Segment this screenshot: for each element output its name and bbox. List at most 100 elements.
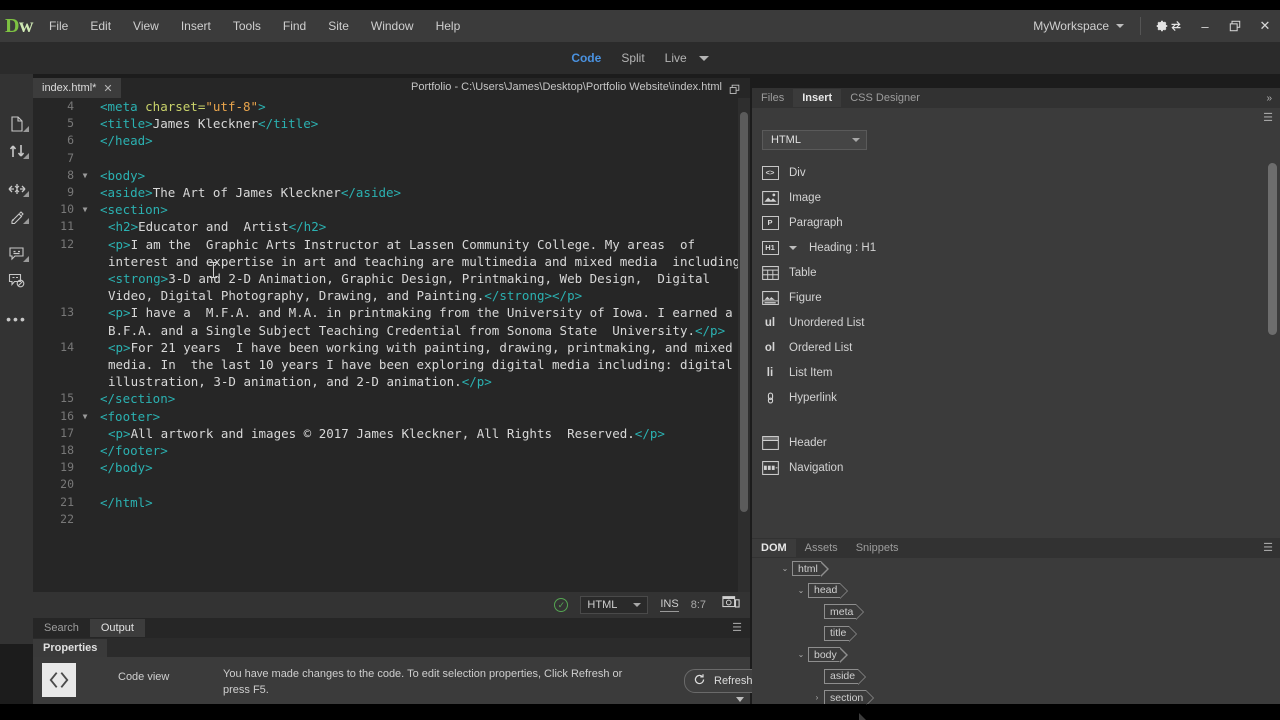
insert-item-list-item[interactable]: li List Item bbox=[752, 360, 1268, 385]
insert-item-figure[interactable]: Figure bbox=[752, 285, 1268, 310]
code-line[interactable]: 16 ▼ <footer> bbox=[33, 408, 750, 425]
restore-button[interactable] bbox=[1220, 10, 1250, 42]
tab-properties[interactable]: Properties bbox=[33, 638, 108, 657]
tab-files[interactable]: Files bbox=[752, 89, 793, 107]
menu-window[interactable]: Window bbox=[360, 13, 425, 39]
code-line[interactable]: 8 ▼ <body> bbox=[33, 167, 750, 184]
insert-mode-toggle[interactable]: INS bbox=[660, 598, 679, 612]
chevron-down-icon[interactable] bbox=[789, 245, 797, 250]
close-icon[interactable]: ✕ bbox=[103, 82, 112, 95]
menu-file[interactable]: File bbox=[38, 13, 79, 39]
code-fold-toggle-icon[interactable]: ▼ bbox=[78, 201, 92, 218]
code-line[interactable]: 4 <meta charset="utf-8"> bbox=[33, 98, 750, 115]
dom-expand-toggle-icon[interactable]: › bbox=[810, 693, 824, 702]
panel-menu-icon[interactable]: ☰ bbox=[732, 623, 742, 633]
workspace-switcher[interactable]: MyWorkspace bbox=[1023, 14, 1134, 38]
code-line[interactable]: 17 <p>All artwork and images © 2017 James… bbox=[33, 425, 750, 442]
insert-item-header[interactable]: Header bbox=[752, 430, 1268, 455]
view-mode-split[interactable]: Split bbox=[621, 51, 644, 65]
insert-item-ordered-list[interactable]: ol Ordered List bbox=[752, 335, 1268, 360]
tab-insert[interactable]: Insert bbox=[793, 89, 842, 107]
document-tab-index-html[interactable]: index.html* ✕ bbox=[33, 78, 121, 98]
insert-category-select[interactable]: HTML bbox=[762, 130, 867, 150]
menu-edit[interactable]: Edit bbox=[79, 13, 122, 39]
code-line[interactable]: 14 <p>For 21 years I have been working wi… bbox=[33, 339, 750, 391]
code-line[interactable]: 18 </footer> bbox=[33, 442, 750, 459]
expand-panel-icon[interactable]: » bbox=[1266, 93, 1272, 104]
menu-help[interactable]: Help bbox=[425, 13, 472, 39]
dom-node-title[interactable]: title bbox=[752, 623, 1280, 645]
remove-comment-icon[interactable] bbox=[0, 267, 33, 294]
dom-node-head[interactable]: ⌄ head bbox=[752, 580, 1280, 602]
code-line[interactable]: 11 <h2>Educator and Artist</h2> bbox=[33, 218, 750, 235]
tab-output[interactable]: Output bbox=[89, 619, 145, 637]
scrollbar-thumb[interactable] bbox=[1268, 163, 1277, 335]
code-editor[interactable]: 4 <meta charset="utf-8"> 5 <title>James Kle… bbox=[33, 98, 750, 592]
format-source-code-icon[interactable] bbox=[0, 202, 33, 229]
view-mode-live[interactable]: Live bbox=[665, 51, 687, 65]
view-mode-code[interactable]: Code bbox=[571, 51, 601, 65]
tab-dom[interactable]: DOM bbox=[752, 539, 796, 557]
dom-expand-toggle-icon[interactable]: ⌄ bbox=[778, 564, 792, 573]
code-line[interactable]: 7 bbox=[33, 150, 750, 167]
insert-panel-scrollbar[interactable] bbox=[1268, 163, 1277, 533]
language-selector[interactable]: HTML bbox=[580, 596, 649, 614]
tab-css-designer[interactable]: CSS Designer bbox=[841, 89, 929, 107]
minimize-button[interactable]: – bbox=[1190, 10, 1220, 42]
insert-item-div[interactable]: <> Div bbox=[752, 160, 1268, 185]
chevron-down-icon[interactable] bbox=[736, 697, 744, 702]
insert-item-image[interactable]: Image bbox=[752, 185, 1268, 210]
tab-assets[interactable]: Assets bbox=[796, 539, 847, 557]
dom-node-meta[interactable]: meta bbox=[752, 601, 1280, 623]
dom-node-aside[interactable]: aside bbox=[752, 666, 1280, 688]
code-line[interactable]: 13 <p>I have a M.F.A. and M.A. in printma… bbox=[33, 304, 750, 338]
dom-tag-pill[interactable]: body bbox=[808, 647, 848, 664]
code-line[interactable]: 10 ▼ <section> bbox=[33, 201, 750, 218]
menu-site[interactable]: Site bbox=[317, 13, 360, 39]
code-line[interactable]: 5 <title>James Kleckner</title> bbox=[33, 115, 750, 132]
code-line[interactable]: 9 <aside>The Art of James Kleckner</aside… bbox=[33, 184, 750, 201]
insert-item-unordered-list[interactable]: ul Unordered List bbox=[752, 310, 1268, 335]
code-line[interactable]: 15 </section> bbox=[33, 390, 750, 407]
insert-item-navigation[interactable]: Navigation bbox=[752, 455, 1268, 480]
code-line[interactable]: 6 </head> bbox=[33, 132, 750, 149]
tab-search[interactable]: Search bbox=[33, 619, 90, 637]
scrollbar-thumb[interactable] bbox=[740, 112, 748, 512]
menu-find[interactable]: Find bbox=[272, 13, 317, 39]
code-line[interactable]: 22 bbox=[33, 511, 750, 528]
dom-node-html[interactable]: ⌄ html bbox=[752, 558, 1280, 580]
panel-menu-icon[interactable]: ☰ bbox=[1263, 113, 1273, 123]
dom-tag-pill[interactable]: section bbox=[824, 690, 875, 707]
real-time-preview-icon[interactable] bbox=[722, 595, 740, 615]
collapse-expand-icon[interactable] bbox=[0, 175, 33, 202]
dom-expand-toggle-icon[interactable]: ⌄ bbox=[794, 650, 808, 659]
menu-view[interactable]: View bbox=[122, 13, 170, 39]
code-line[interactable]: 20 bbox=[33, 476, 750, 493]
code-line[interactable]: 12 <p>I am the Graphic Arts Instructor at… bbox=[33, 236, 750, 305]
code-line[interactable]: 19 </body> bbox=[33, 459, 750, 476]
insert-item-table[interactable]: Table bbox=[752, 260, 1268, 285]
editor-vertical-scrollbar[interactable] bbox=[738, 98, 750, 592]
code-text-area[interactable]: 4 <meta charset="utf-8"> 5 <title>James Kle… bbox=[33, 98, 750, 592]
open-documents-icon[interactable] bbox=[0, 110, 33, 137]
dom-tag-pill[interactable]: head bbox=[808, 582, 849, 599]
move-up-down-icon[interactable] bbox=[0, 137, 33, 164]
insert-item-heading-h1[interactable]: H1 Heading : H1 bbox=[752, 235, 1268, 260]
chevron-down-icon[interactable] bbox=[698, 55, 709, 61]
settings-sync-button[interactable] bbox=[1147, 15, 1190, 37]
code-line[interactable]: 21 </html> bbox=[33, 494, 750, 511]
code-fold-toggle-icon[interactable]: ▼ bbox=[78, 167, 92, 184]
dom-expand-toggle-icon[interactable]: ⌄ bbox=[794, 586, 808, 595]
menu-insert[interactable]: Insert bbox=[170, 13, 222, 39]
dom-tag-pill[interactable]: html bbox=[792, 561, 829, 578]
dom-node-body[interactable]: ⌄ body bbox=[752, 644, 1280, 666]
tab-snippets[interactable]: Snippets bbox=[847, 539, 908, 557]
apply-comment-icon[interactable] bbox=[0, 240, 33, 267]
insert-item-paragraph[interactable]: P Paragraph bbox=[752, 210, 1268, 235]
dom-tag-pill[interactable]: aside bbox=[824, 668, 867, 685]
check-circle-icon[interactable]: ✓ bbox=[554, 598, 569, 612]
code-fold-toggle-icon[interactable]: ▼ bbox=[78, 408, 92, 425]
menu-tools[interactable]: Tools bbox=[222, 13, 272, 39]
dom-tag-pill[interactable]: meta bbox=[824, 604, 865, 621]
more-options-icon[interactable]: ••• bbox=[0, 305, 33, 332]
